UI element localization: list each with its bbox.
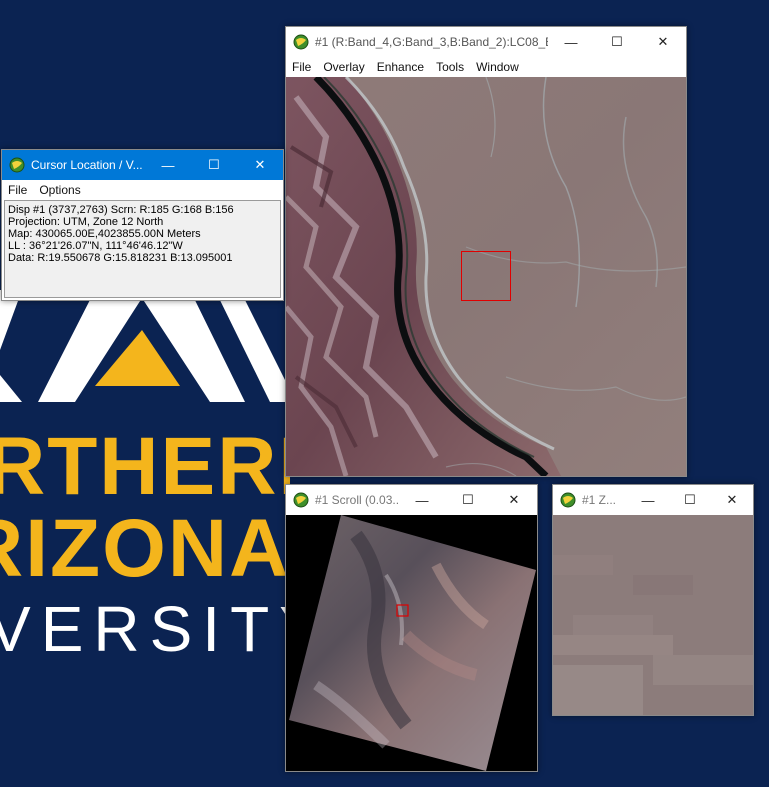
cursor-window-title: Cursor Location / V... xyxy=(31,158,143,172)
image-window-titlebar[interactable]: #1 (R:Band_4,G:Band_3,B:Band_2):LC08_B1.… xyxy=(286,27,686,57)
menu-enhance[interactable]: Enhance xyxy=(371,60,430,74)
minimize-button[interactable]: — xyxy=(145,150,191,180)
lat-lon-line: LL : 36°21'26.07"N, 111°46'46.12"W xyxy=(8,240,183,252)
zoom-window-titlebar[interactable]: #1 Z... — ☐ ✕ xyxy=(553,485,753,515)
envi-globe-icon xyxy=(293,492,309,508)
maximize-button[interactable]: ☐ xyxy=(445,485,491,515)
minimize-button[interactable]: — xyxy=(548,27,594,57)
menu-file[interactable]: File xyxy=(286,60,317,74)
cursor-location-window[interactable]: Cursor Location / V... — ☐ ✕ File Option… xyxy=(1,149,284,301)
close-button[interactable]: ✕ xyxy=(711,485,753,515)
zoom-window[interactable]: #1 Z... — ☐ ✕ − + xyxy=(552,484,754,716)
maximize-button[interactable]: ☐ xyxy=(191,150,237,180)
nau-logo-mark xyxy=(0,290,285,402)
maximize-button[interactable]: ☐ xyxy=(594,27,640,57)
menu-options[interactable]: Options xyxy=(33,183,86,197)
zoomed-pixels xyxy=(553,515,753,715)
close-button[interactable]: ✕ xyxy=(640,27,686,57)
data-values-line: Data: R:19.550678 G:15.818231 B:13.09500… xyxy=(8,252,233,264)
landsat-scene-overview xyxy=(289,515,536,771)
minimize-button[interactable]: — xyxy=(399,485,445,515)
projection-line: Projection: UTM, Zone 12 North xyxy=(8,216,164,228)
menu-overlay[interactable]: Overlay xyxy=(317,60,370,74)
image-window-title: #1 (R:Band_4,G:Band_3,B:Band_2):LC08_B1.… xyxy=(315,35,548,49)
menu-file[interactable]: File xyxy=(2,183,33,197)
envi-globe-icon xyxy=(9,157,25,173)
zoom-canvas[interactable]: − + xyxy=(553,515,753,715)
zoom-window-title: #1 Z... xyxy=(582,493,617,507)
display-pixel-line: Disp #1 (3737,2763) Scrn: R:185 G:168 B:… xyxy=(8,204,234,216)
map-coordinates-line: Map: 430065.00E,4023855.00N Meters xyxy=(8,228,201,240)
satellite-image-canvas[interactable] xyxy=(286,77,686,476)
menu-tools[interactable]: Tools xyxy=(430,60,470,74)
cursor-window-titlebar[interactable]: Cursor Location / V... — ☐ ✕ xyxy=(2,150,283,180)
scroll-window[interactable]: #1 Scroll (0.03... — ☐ ✕ xyxy=(285,484,538,772)
logo-text-line-3: VERSITY xyxy=(0,593,290,654)
close-button[interactable]: ✕ xyxy=(237,150,283,180)
zoom-region-box[interactable] xyxy=(461,251,511,301)
maximize-button[interactable]: ☐ xyxy=(669,485,711,515)
image-display-window[interactable]: #1 (R:Band_4,G:Band_3,B:Band_2):LC08_B1.… xyxy=(285,26,687,477)
image-window-menubar: File Overlay Enhance Tools Window xyxy=(286,57,686,77)
scroll-window-titlebar[interactable]: #1 Scroll (0.03... — ☐ ✕ xyxy=(286,485,537,515)
cursor-window-menubar: File Options xyxy=(2,180,283,200)
envi-globe-icon xyxy=(293,34,309,50)
envi-globe-icon xyxy=(560,492,576,508)
close-button[interactable]: ✕ xyxy=(491,485,537,515)
minimize-button[interactable]: — xyxy=(627,485,669,515)
scroll-window-title: #1 Scroll (0.03... xyxy=(315,493,399,507)
cursor-info-text: Disp #1 (3737,2763) Scrn: R:185 G:168 B:… xyxy=(4,200,281,298)
logo-text-line-2: RIZONA xyxy=(0,503,290,584)
scroll-overview-canvas[interactable] xyxy=(286,515,537,771)
menu-window[interactable]: Window xyxy=(470,60,525,74)
logo-text-line-1: RTHERN xyxy=(0,421,290,502)
